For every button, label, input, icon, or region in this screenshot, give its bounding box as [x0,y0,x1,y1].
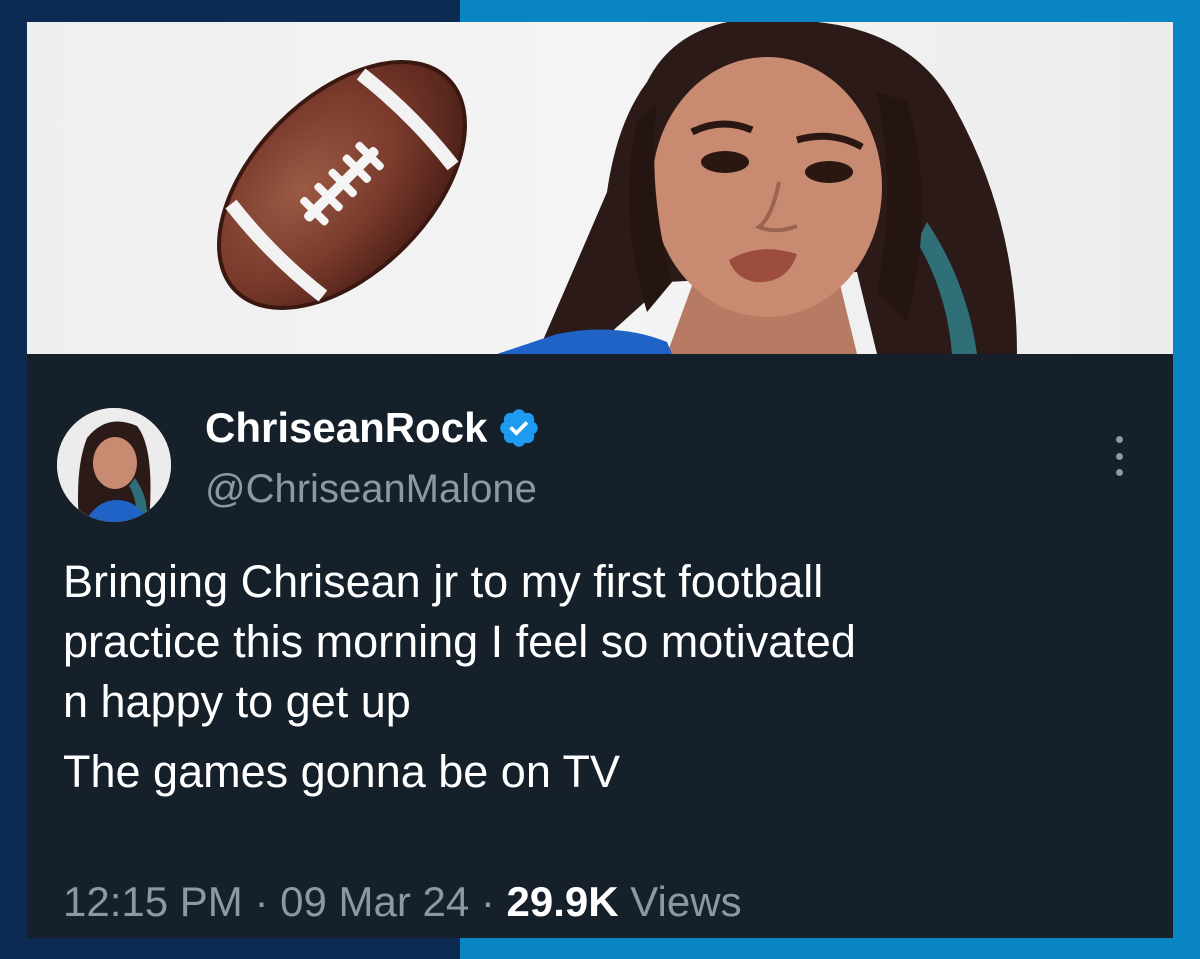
views-count: 29.9K [506,878,619,925]
tweet-time[interactable]: 12:15 PM [63,878,243,925]
avatar-image [57,408,171,522]
more-dot [1115,469,1123,476]
header-banner [27,22,1173,354]
more-dot [1115,452,1123,460]
tweet-content: ChriseanRock @ChriseanMalone Bringing Ch… [27,354,1173,938]
portrait-photo [497,22,1017,354]
more-dot [1115,436,1123,443]
views-label: Views [630,878,742,925]
tweet-date[interactable]: 09 Mar 24 [280,878,469,925]
tweet-card: ChriseanRock @ChriseanMalone Bringing Ch… [27,22,1173,938]
meta-separator: · [242,878,281,925]
tweet-text: Bringing Chrisean jr to my first footbal… [63,552,1153,802]
tweet-text-line: practice this morning I feel so motivate… [63,616,856,667]
display-name[interactable]: ChriseanRock [205,404,541,452]
user-handle[interactable]: @ChriseanMalone [205,467,537,512]
more-options-icon[interactable] [1107,436,1131,476]
tweet-text-line: The games gonna be on TV [63,746,621,797]
verified-badge-icon [500,409,539,447]
tweet-meta: 12:15 PM · 09 Mar 24 · 29.9K Views [63,878,742,926]
tweet-text-line: Bringing Chrisean jr to my first footbal… [63,556,824,607]
football-emoji-icon [217,60,467,310]
display-name-text: ChriseanRock [205,404,488,451]
meta-separator: · [469,878,507,925]
tweet-text-line: n happy to get up [63,676,411,727]
avatar[interactable] [57,408,171,522]
